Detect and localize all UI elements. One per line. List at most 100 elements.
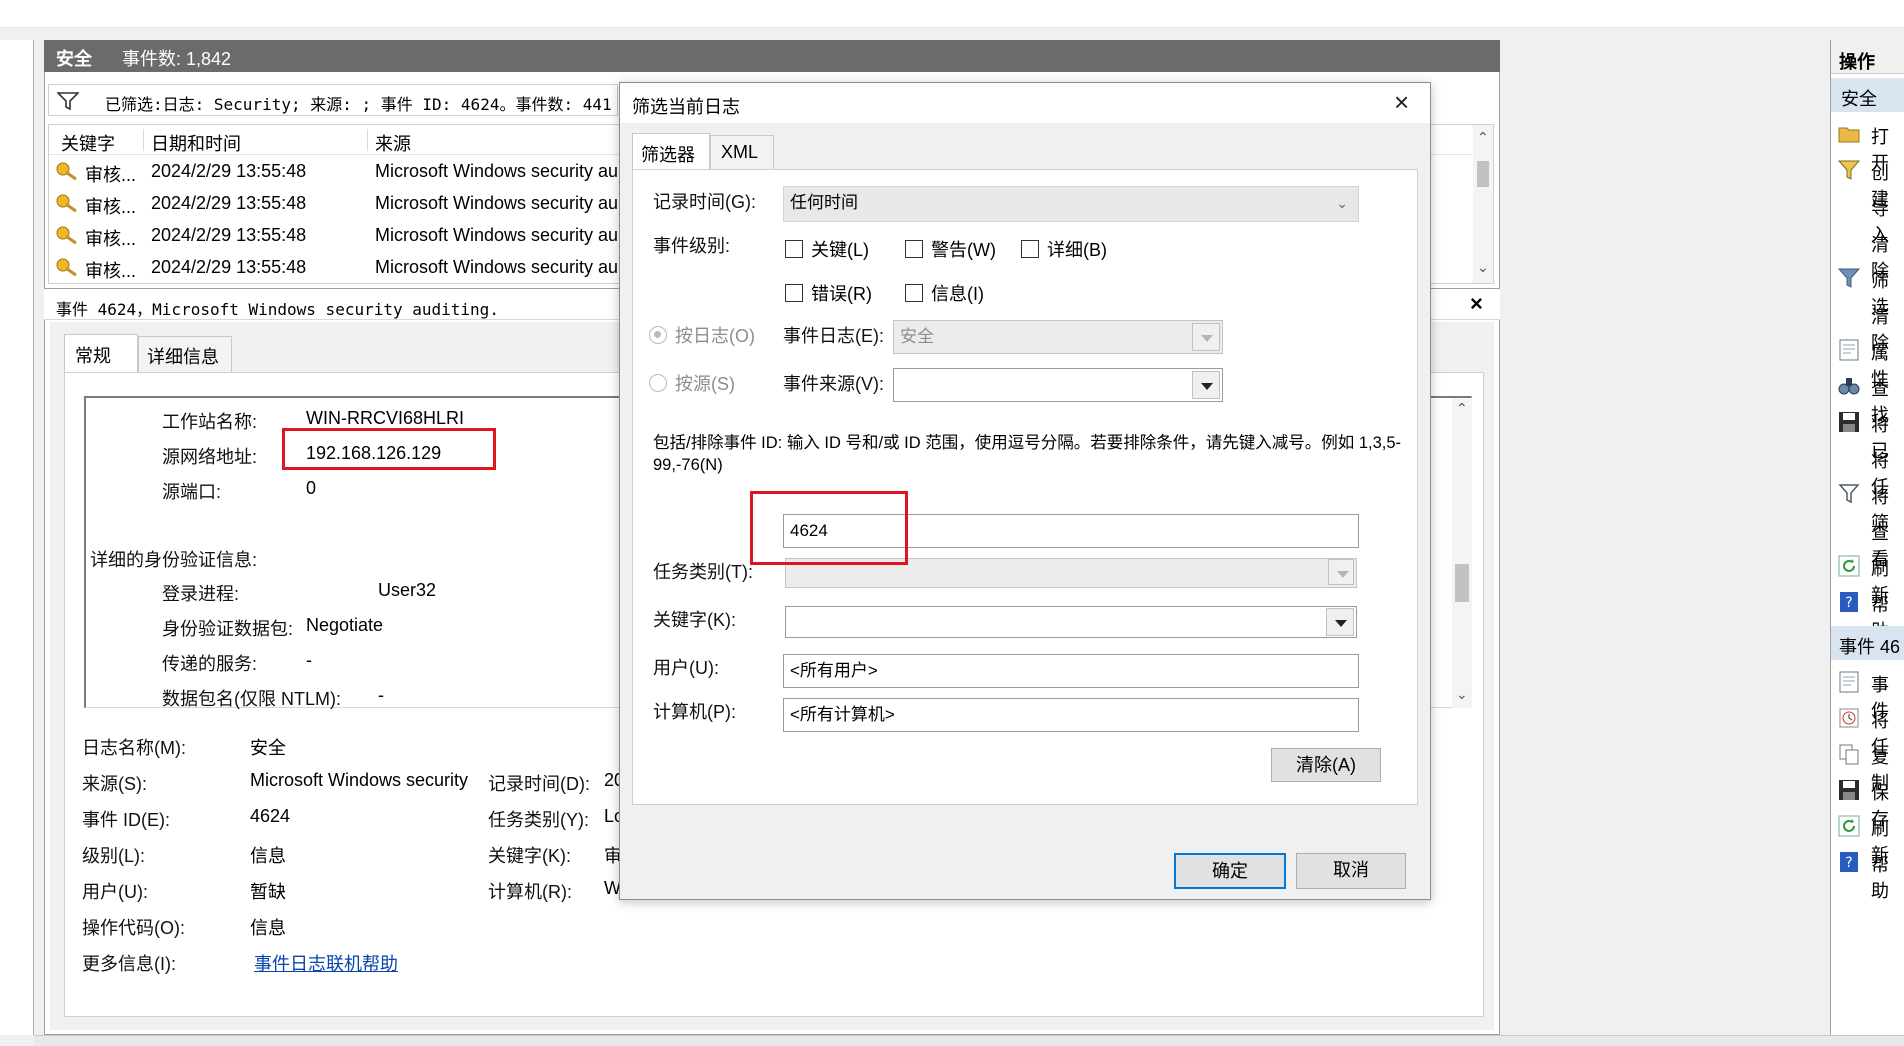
scroll-up-icon[interactable]: ⌃ xyxy=(1477,129,1489,146)
column-header-source[interactable]: 来源 xyxy=(375,130,411,156)
warning-checkbox[interactable] xyxy=(905,240,923,258)
dialog-title-bar[interactable]: 筛选当前日志 × xyxy=(620,83,1430,123)
auth-package-label: 身份验证数据包: xyxy=(162,619,294,639)
action-item[interactable]: ? 帮助 xyxy=(1831,844,1904,901)
auth-package-value: Negotiate xyxy=(306,615,384,635)
tab-filter[interactable]: 筛选器 xyxy=(632,133,710,169)
actions-section-event[interactable]: 事件 46 xyxy=(1831,626,1904,660)
folder-open-icon xyxy=(1838,127,1860,143)
description-scrollbar[interactable]: ⌃ ⌄ xyxy=(1452,398,1472,708)
navigation-pane[interactable] xyxy=(0,40,34,1035)
scroll-up-icon[interactable]: ⌃ xyxy=(1456,400,1468,417)
action-item[interactable]: ? 帮助 xyxy=(1831,584,1904,641)
filter-icon xyxy=(1837,160,1861,180)
highlight-source-address xyxy=(282,428,496,470)
online-help-link[interactable]: 事件日志联机帮助 xyxy=(254,950,398,976)
column-header-datetime[interactable]: 日期和时间 xyxy=(151,130,241,156)
row-datetime: 2024/2/29 13:55:48 xyxy=(151,225,307,245)
tab-general[interactable]: 常规 xyxy=(64,334,138,372)
action-item[interactable]: 创建 xyxy=(1831,152,1904,209)
scroll-thumb[interactable] xyxy=(1455,564,1469,602)
actions-title: 操作 xyxy=(1839,52,1875,72)
cancel-button[interactable]: 取消 xyxy=(1296,853,1406,889)
action-item[interactable]: 复制 xyxy=(1831,736,1904,793)
chevron-down-icon xyxy=(1328,559,1354,585)
help-icon: ? xyxy=(1840,852,1858,872)
action-item[interactable]: 打开 xyxy=(1831,116,1904,173)
action-item[interactable]: 事件 xyxy=(1831,664,1904,721)
verbose-checkbox[interactable] xyxy=(1021,240,1039,258)
key-icon xyxy=(56,258,77,277)
error-checkbox[interactable] xyxy=(785,284,803,302)
computer-label: 计算机(R): xyxy=(488,882,572,902)
actions-section-log-label: 安全 xyxy=(1841,89,1877,109)
action-item[interactable]: 将已 xyxy=(1831,404,1904,461)
svg-text:?: ? xyxy=(1845,595,1852,611)
action-label: 帮助 xyxy=(1871,855,1889,901)
action-item[interactable]: 将任 xyxy=(1831,700,1904,757)
logged-label: 记录时间(D): xyxy=(488,774,590,794)
filter-banner: 已筛选:日志: Security; 来源: ; 事件 ID: 4624。事件数:… xyxy=(48,84,618,116)
user-input[interactable]: <所有用户> xyxy=(783,654,1359,688)
verbose-label: 详细(B) xyxy=(1047,240,1107,260)
close-icon[interactable]: × xyxy=(1394,87,1409,118)
row-source: Microsoft Windows security au xyxy=(375,193,619,213)
opcode-value: 信息 xyxy=(250,918,286,938)
by-source-radio[interactable] xyxy=(649,374,667,392)
warning-label: 警告(W) xyxy=(931,240,996,260)
logged-select-value: 任何时间 xyxy=(790,193,858,212)
ok-button[interactable]: 确定 xyxy=(1174,853,1286,889)
save-icon xyxy=(1839,412,1859,432)
event-title: 事件 4624，Microsoft Windows security audit… xyxy=(56,300,499,319)
task-category-label: 任务类别(Y): xyxy=(488,810,589,830)
computer-input[interactable]: <所有计算机> xyxy=(783,698,1359,732)
action-item[interactable]: 保存 xyxy=(1831,772,1904,829)
actions-section-log[interactable]: 安全 xyxy=(1831,78,1904,112)
user-label: 用户(U): xyxy=(82,882,148,902)
action-item[interactable]: 清除 xyxy=(1831,224,1904,281)
scroll-thumb[interactable] xyxy=(1477,161,1489,187)
workstation-label: 工作站名称: xyxy=(162,412,258,432)
action-item[interactable]: 将筛 xyxy=(1831,476,1904,533)
computer-label: 计算机(P): xyxy=(653,702,736,722)
column-divider[interactable] xyxy=(143,129,144,151)
clear-button[interactable]: 清除(A) xyxy=(1271,748,1381,782)
logged-select[interactable]: 任何时间 ⌄ xyxy=(783,186,1359,222)
source-port-label: 源端口: xyxy=(162,482,222,502)
information-checkbox[interactable] xyxy=(905,284,923,302)
action-item[interactable]: 查找 xyxy=(1831,368,1904,425)
log-header-bar: 安全 事件数: 1,842 xyxy=(44,40,1500,72)
event-level-label: 事件级别: xyxy=(653,236,731,256)
action-item[interactable]: 筛选 xyxy=(1831,260,1904,317)
row-keyword: 审核... xyxy=(85,197,137,217)
by-log-radio[interactable] xyxy=(649,326,667,344)
action-item[interactable]: 查看 xyxy=(1831,512,1904,569)
tab-details[interactable]: 详细信息 xyxy=(138,336,232,372)
user-label: 用户(U): xyxy=(653,658,719,678)
auth-info-header: 详细的身份验证信息: xyxy=(90,550,258,570)
action-item[interactable]: 导入 xyxy=(1831,188,1904,245)
tab-xml[interactable]: XML xyxy=(710,135,774,169)
row-source: Microsoft Windows security au xyxy=(375,257,619,277)
action-item[interactable]: 属性 xyxy=(1831,332,1904,389)
keywords-select[interactable] xyxy=(785,606,1357,638)
action-item[interactable]: 刷新 xyxy=(1831,548,1904,605)
column-divider[interactable] xyxy=(367,129,368,151)
action-item[interactable]: 刷新 xyxy=(1831,808,1904,865)
refresh-icon xyxy=(1838,555,1860,577)
logon-process-label: 登录进程: xyxy=(162,584,240,604)
action-item[interactable]: 将任 xyxy=(1831,440,1904,497)
critical-checkbox[interactable] xyxy=(785,240,803,258)
close-preview-icon[interactable]: × xyxy=(1470,291,1483,317)
event-logs-select[interactable]: 安全 xyxy=(893,320,1223,354)
scroll-down-icon[interactable]: ⌄ xyxy=(1477,259,1489,276)
action-item[interactable]: 清除 xyxy=(1831,296,1904,353)
binoculars-icon xyxy=(1838,378,1860,395)
event-logs-label: 事件日志(E): xyxy=(783,326,884,346)
event-list-scrollbar[interactable]: ⌃ ⌄ xyxy=(1473,125,1493,283)
scroll-down-icon[interactable]: ⌄ xyxy=(1456,686,1468,703)
level-value: 信息 xyxy=(250,846,286,866)
event-id-label: 事件 ID(E): xyxy=(82,810,170,830)
column-header-keyword[interactable]: 关键字 xyxy=(61,130,115,156)
event-sources-select[interactable] xyxy=(893,368,1223,402)
